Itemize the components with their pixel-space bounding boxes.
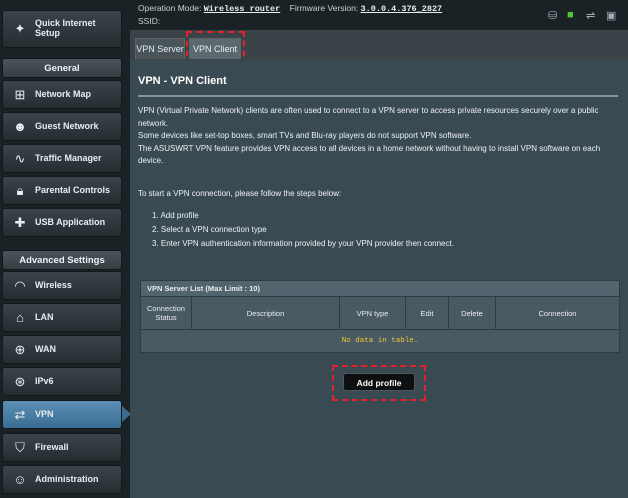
ipv6-icon: ⊛ (14, 373, 26, 389)
puzzle-icon: ✚ (14, 214, 26, 230)
sidebar-item-label: USB Application (35, 216, 106, 227)
steps-intro: To start a VPN connection, please follow… (138, 189, 342, 198)
description-block: VPN (Virtual Private Network) clients ar… (138, 105, 616, 168)
home-icon: ⌂ (16, 310, 24, 325)
general-section-header: General (2, 58, 122, 78)
sidebar-item-lan[interactable]: ⌂ LAN (2, 303, 122, 332)
guest-users-icon: ☻ (13, 119, 27, 134)
wand-icon: ✦ (14, 21, 26, 36)
firmware-link[interactable]: 3.0.0.4.376_2827 (361, 4, 443, 14)
page-title: VPN - VPN Client (138, 75, 227, 87)
column-header-vpn-type: VPN type (339, 296, 406, 330)
usb-icon[interactable]: ⛁ (548, 9, 557, 22)
sidebar-item-label: Parental Controls (35, 184, 111, 195)
sidebar-item-label: IPv6 (35, 375, 54, 386)
operation-mode-label: Operation Mode: (138, 3, 202, 13)
ssid-label: SSID: (138, 16, 161, 26)
quick-internet-setup-label: Quick Internet Setup (35, 18, 96, 38)
sidebar-item-parental-controls[interactable]: 🔒︎ Parental Controls (2, 176, 122, 205)
operation-mode-link[interactable]: Wireless router (204, 4, 281, 14)
sidebar-item-vpn[interactable]: ⇄ VPN (2, 400, 122, 429)
sidebar-item-label: VPN (35, 408, 54, 419)
description-paragraph: The ASUSWRT VPN feature provides VPN acc… (138, 143, 601, 166)
sidebar-item-label: Administration (35, 473, 99, 484)
sidebar-item-traffic-manager[interactable]: ∿ Traffic Manager (2, 144, 122, 173)
usb-plug-icon[interactable]: ⇌ (586, 9, 595, 22)
sidebar-item-guest-network[interactable]: ☻ Guest Network (2, 112, 122, 141)
operation-mode-line: Operation Mode: Wireless router Firmware… (138, 3, 442, 14)
sidebar-item-usb-application[interactable]: ✚ USB Application (2, 208, 122, 237)
lock-icon: 🔒︎ (16, 182, 24, 198)
title-divider (138, 95, 618, 97)
network-status-icon[interactable]: ■ (567, 9, 574, 21)
sidebar-item-ipv6[interactable]: ⊛ IPv6 (2, 367, 122, 396)
column-header-connection-status: Connection Status (140, 296, 192, 330)
globe-icon: ⊕ (14, 341, 26, 357)
step-item: 3. Enter VPN authentication information … (152, 239, 454, 248)
quick-internet-setup-button[interactable]: ✦ Quick Internet Setup (2, 10, 122, 48)
firmware-label: Firmware Version: (289, 3, 359, 13)
description-paragraph: Some devices like set-top boxes, smart T… (138, 131, 472, 140)
sidebar-item-label: Network Map (35, 88, 92, 99)
traffic-graph-icon: ∿ (14, 150, 26, 166)
vpn-icon: ⇄ (14, 406, 26, 422)
external-device-icon[interactable]: ▣ (606, 9, 616, 22)
sidebar-item-wan[interactable]: ⊕ WAN (2, 335, 122, 364)
sidebar-item-label: LAN (35, 311, 54, 322)
tab-vpn-server[interactable]: VPN Server (135, 38, 185, 59)
advanced-settings-header: Advanced Settings (2, 250, 122, 270)
column-header-edit: Edit (405, 296, 449, 330)
column-header-delete: Delete (448, 296, 496, 330)
column-header-connection: Connection (495, 296, 620, 330)
sidebar-item-label: Firewall (35, 441, 69, 452)
wifi-icon: ◠ (14, 277, 26, 293)
sidebar-item-label: Traffic Manager (35, 152, 102, 163)
sidebar-item-firewall[interactable]: ⛉ Firewall (2, 433, 122, 462)
sidebar-item-label: Wireless (35, 279, 72, 290)
sidebar-item-wireless[interactable]: ◠ Wireless (2, 271, 122, 300)
vpn-server-list-table: VPN Server List (Max Limit : 10) Connect… (140, 280, 620, 353)
step-item: 2. Select a VPN connection type (152, 225, 267, 234)
table-caption: VPN Server List (Max Limit : 10) (140, 280, 620, 297)
add-profile-highlight (332, 365, 426, 401)
empty-table-message: No data in table. (140, 329, 620, 353)
shield-icon: ⛉ (15, 439, 25, 455)
ssid-line: SSID: (138, 16, 160, 26)
description-paragraph: VPN (Virtual Private Network) clients ar… (138, 106, 599, 128)
sidebar-item-label: WAN (35, 343, 56, 354)
sidebar-item-network-map[interactable]: ⊞ Network Map (2, 80, 122, 109)
sidebar-item-administration[interactable]: ☺ Administration (2, 465, 122, 494)
network-map-icon: ⊞ (14, 86, 26, 102)
sidebar-item-label: Guest Network (35, 120, 99, 131)
step-item: 1. Add profile (152, 211, 199, 220)
admin-user-icon: ☺ (13, 472, 27, 487)
column-header-description: Description (191, 296, 340, 330)
